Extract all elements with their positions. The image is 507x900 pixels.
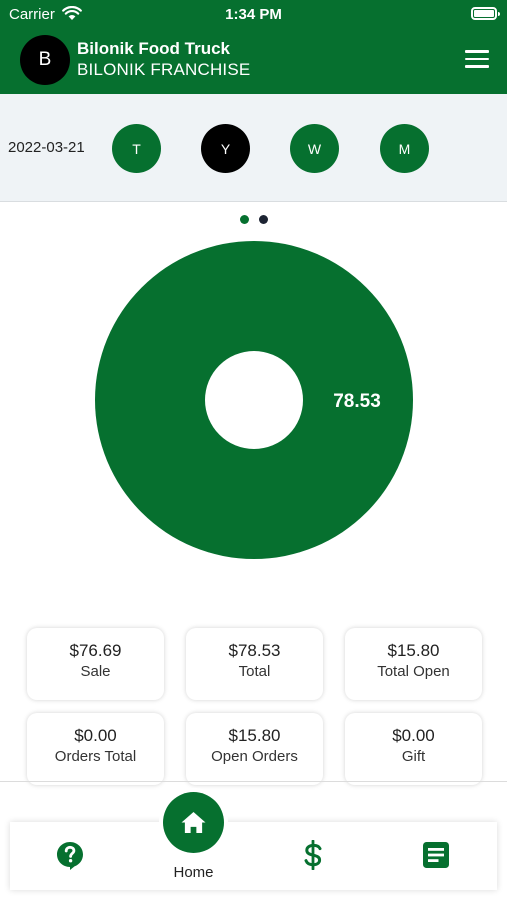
app-header: B Bilonik Food Truck BILONIK FRANCHISE bbox=[0, 30, 507, 94]
stat-card-sale[interactable]: $76.69 Sale bbox=[27, 628, 164, 700]
help-icon[interactable] bbox=[55, 840, 85, 870]
stat-card-total[interactable]: $78.53 Total bbox=[186, 628, 323, 700]
stat-label: Total bbox=[238, 663, 271, 680]
hamburger-menu-icon[interactable] bbox=[465, 50, 489, 70]
pager-dot-active[interactable] bbox=[240, 215, 249, 224]
bottom-nav bbox=[10, 822, 497, 890]
app-screen: Carrier 1:34 PM B Bilonik Food Truck BIL… bbox=[0, 0, 507, 900]
stat-value: $76.69 bbox=[69, 641, 122, 660]
dollar-icon[interactable] bbox=[298, 840, 328, 870]
status-time: 1:34 PM bbox=[225, 6, 282, 23]
stat-label: Open Orders bbox=[211, 748, 298, 765]
period-week-button[interactable]: W bbox=[290, 124, 339, 173]
stat-value: $0.00 bbox=[392, 726, 435, 745]
stat-card-total-open[interactable]: $15.80 Total Open bbox=[345, 628, 482, 700]
home-label: Home bbox=[173, 864, 214, 881]
stat-card-open-orders[interactable]: $15.80 Open Orders bbox=[186, 713, 323, 785]
sales-donut-chart: 78.53 bbox=[95, 241, 413, 559]
battery-icon bbox=[471, 7, 500, 20]
stat-label: Gift bbox=[401, 748, 426, 765]
pager-dot[interactable] bbox=[259, 215, 268, 224]
stat-value: $0.00 bbox=[74, 726, 117, 745]
donut-slice-label: 78.53 bbox=[333, 391, 381, 412]
nav-divider bbox=[0, 781, 507, 782]
stat-label: Sale bbox=[80, 663, 111, 680]
home-icon bbox=[181, 811, 206, 834]
stat-value: $15.80 bbox=[228, 726, 281, 745]
avatar[interactable]: B bbox=[20, 35, 70, 85]
selected-date[interactable]: 2022-03-21 bbox=[8, 139, 85, 156]
store-name: Bilonik Food Truck bbox=[77, 39, 231, 58]
period-yesterday-button[interactable]: Y bbox=[201, 124, 250, 173]
report-icon[interactable] bbox=[421, 840, 451, 870]
donut-hole bbox=[205, 351, 303, 449]
stat-card-gift[interactable]: $0.00 Gift bbox=[345, 713, 482, 785]
stat-card-orders-total[interactable]: $0.00 Orders Total bbox=[27, 713, 164, 785]
stat-label: Orders Total bbox=[54, 748, 137, 765]
stat-value: $78.53 bbox=[228, 641, 281, 660]
stat-label: Total Open bbox=[377, 663, 450, 680]
home-button[interactable] bbox=[163, 792, 224, 853]
period-month-button[interactable]: M bbox=[380, 124, 429, 173]
stat-value: $15.80 bbox=[387, 641, 440, 660]
date-filter-bar: 2022-03-21 T Y W M bbox=[0, 94, 507, 202]
period-today-button[interactable]: T bbox=[112, 124, 161, 173]
status-bar: Carrier 1:34 PM bbox=[0, 0, 507, 30]
franchise-name: BILONIK FRANCHISE bbox=[77, 60, 251, 79]
